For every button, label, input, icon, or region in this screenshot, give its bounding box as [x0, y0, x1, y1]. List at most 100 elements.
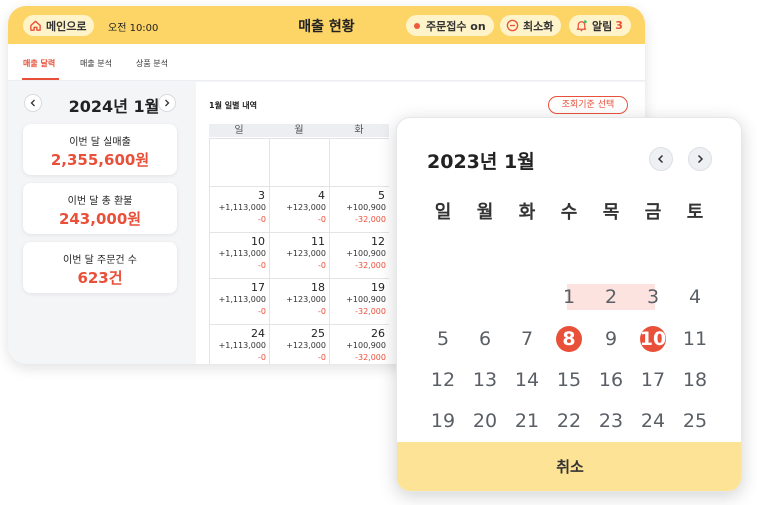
picker-day[interactable]: 22	[554, 410, 584, 432]
picker-day[interactable]: 24	[638, 410, 668, 432]
minimize-button[interactable]: 최소화	[500, 15, 562, 36]
picker-weekday-label: 화	[518, 202, 536, 223]
picker-day[interactable]: 10	[638, 328, 668, 350]
day-number: 4	[318, 189, 325, 202]
sales-amount: +1,113,000	[218, 203, 266, 212]
picker-day[interactable]: 19	[428, 410, 458, 432]
picker-day[interactable]: 1	[554, 286, 584, 308]
sales-day-cell[interactable]: 4 +123,000 -0	[269, 186, 329, 232]
picker-weekday-label: 일	[434, 202, 452, 223]
refund-amount: -0	[318, 215, 326, 224]
picker-day[interactable]: 5	[428, 328, 458, 350]
picker-day[interactable]: 9	[596, 328, 626, 350]
sales-day-cell[interactable]: 24 +1,113,000 -0	[209, 324, 269, 364]
picker-day[interactable]: 4	[680, 286, 710, 308]
sales-amount: +123,000	[286, 249, 326, 258]
stat-card-order-count: 이번 달 주문건 수 623건	[23, 242, 177, 293]
month-navigator: 2024년 1월	[22, 93, 182, 116]
sales-amount: +100,900	[346, 203, 386, 212]
refund-amount: -0	[318, 261, 326, 270]
refund-amount: -0	[258, 353, 266, 362]
day-number: 18	[311, 281, 325, 294]
picker-day[interactable]: 15	[554, 369, 584, 391]
sales-day-cell[interactable]	[209, 138, 269, 186]
tab-sales-calendar[interactable]: 매출 달력	[23, 58, 55, 69]
day-number: 25	[311, 327, 325, 340]
picker-weekday-label: 수	[560, 202, 578, 223]
stat-value: 2,355,600원	[50, 151, 150, 169]
order-status-toggle[interactable]: 주문접수 on	[406, 15, 494, 36]
sales-day-cell[interactable]: 17 +1,113,000 -0	[209, 278, 269, 324]
day-number: 11	[311, 235, 325, 248]
picker-weekday-label: 월	[476, 202, 494, 223]
picker-day[interactable]: 14	[512, 369, 542, 391]
refund-amount: -32,000	[355, 307, 386, 316]
sales-day-cell[interactable]: 12 +100,900 -32,000	[329, 232, 389, 278]
day-number: 3	[258, 189, 265, 202]
filter-criteria-button[interactable]: 조회기준 선택	[548, 96, 628, 114]
picker-day[interactable]: 17	[638, 369, 668, 391]
refund-amount: -0	[318, 353, 326, 362]
stat-value: 623건	[77, 269, 123, 287]
weekday-header: 화	[329, 124, 389, 137]
picker-day[interactable]: 21	[512, 410, 542, 432]
day-number: 10	[251, 235, 265, 248]
refund-amount: -32,000	[355, 353, 386, 362]
picker-day[interactable]: 2	[596, 286, 626, 308]
sales-day-cell[interactable]: 5 +100,900 -32,000	[329, 186, 389, 232]
picker-day[interactable]: 6	[470, 328, 500, 350]
sales-day-cell[interactable]: 26 +100,900 -32,000	[329, 324, 389, 364]
sales-amount: +1,113,000	[218, 249, 266, 258]
refund-amount: -0	[258, 307, 266, 316]
weekday-header: 월	[269, 124, 329, 137]
sales-day-cell[interactable]: 11 +123,000 -0	[269, 232, 329, 278]
chevron-right-icon	[165, 99, 170, 107]
picker-month-title: 2023년 1월	[427, 151, 535, 173]
picker-next-button[interactable]	[688, 147, 712, 171]
picker-day[interactable]: 8	[554, 328, 584, 350]
picker-day[interactable]: 3	[638, 286, 668, 308]
picker-day[interactable]: 16	[596, 369, 626, 391]
refund-amount: -32,000	[355, 261, 386, 270]
picker-day[interactable]: 23	[596, 410, 626, 432]
daily-detail-title: 1월 일별 내역	[209, 101, 257, 110]
picker-day[interactable]: 12	[428, 369, 458, 391]
picker-prev-button[interactable]	[649, 147, 673, 171]
picker-day[interactable]: 18	[680, 369, 710, 391]
next-month-button[interactable]	[158, 94, 176, 112]
minimize-label: 최소화	[523, 19, 554, 33]
picker-day[interactable]: 7	[512, 328, 542, 350]
picker-day[interactable]: 20	[470, 410, 500, 432]
refund-amount: -0	[318, 307, 326, 316]
tab-product-analysis[interactable]: 상품 분석	[136, 58, 168, 69]
current-month: 2024년 1월	[68, 97, 160, 116]
day-number: 24	[251, 327, 265, 340]
sales-amount: +100,900	[346, 295, 386, 304]
picker-day[interactable]: 13	[470, 369, 500, 391]
tab-bar: 매출 달력 매출 분석 상품 분석	[8, 44, 645, 81]
tab-sales-analysis[interactable]: 매출 분석	[80, 58, 112, 69]
picker-day[interactable]: 25	[680, 410, 710, 432]
order-status-label: 주문접수 on	[426, 19, 486, 33]
sales-day-cell[interactable]	[329, 138, 389, 186]
alarm-label: 알림	[592, 19, 613, 33]
picker-day[interactable]: 11	[680, 328, 710, 350]
cancel-button[interactable]: 취소	[397, 442, 741, 491]
alarm-button[interactable]: 알림 3	[569, 15, 631, 36]
refund-amount: -32,000	[355, 215, 386, 224]
sales-day-cell[interactable]: 25 +123,000 -0	[269, 324, 329, 364]
sales-day-cell[interactable]	[269, 138, 329, 186]
sales-day-cell[interactable]: 19 +100,900 -32,000	[329, 278, 389, 324]
sales-day-cell[interactable]: 18 +123,000 -0	[269, 278, 329, 324]
day-number: 26	[371, 327, 385, 340]
bell-icon	[575, 19, 588, 32]
refund-amount: -0	[258, 261, 266, 270]
date-picker-popup: 2023년 1월 일 월 화 수 목 금 토 1 2 3 4 5 6 7 8 9 10 11 12 13 14 15 16 1…	[396, 117, 742, 492]
sales-day-cell[interactable]: 3 +1,113,000 -0	[209, 186, 269, 232]
chevron-right-icon	[697, 154, 704, 164]
minus-circle-icon	[506, 19, 519, 32]
top-bar: 메인으로 오전 10:00 매출 현황 주문접수 on 최소화 알림 3	[8, 6, 645, 44]
picker-weekday-label: 토	[686, 202, 704, 223]
stat-card-total-refund: 이번 달 총 환불 243,000원	[23, 183, 177, 234]
sales-day-cell[interactable]: 10 +1,113,000 -0	[209, 232, 269, 278]
